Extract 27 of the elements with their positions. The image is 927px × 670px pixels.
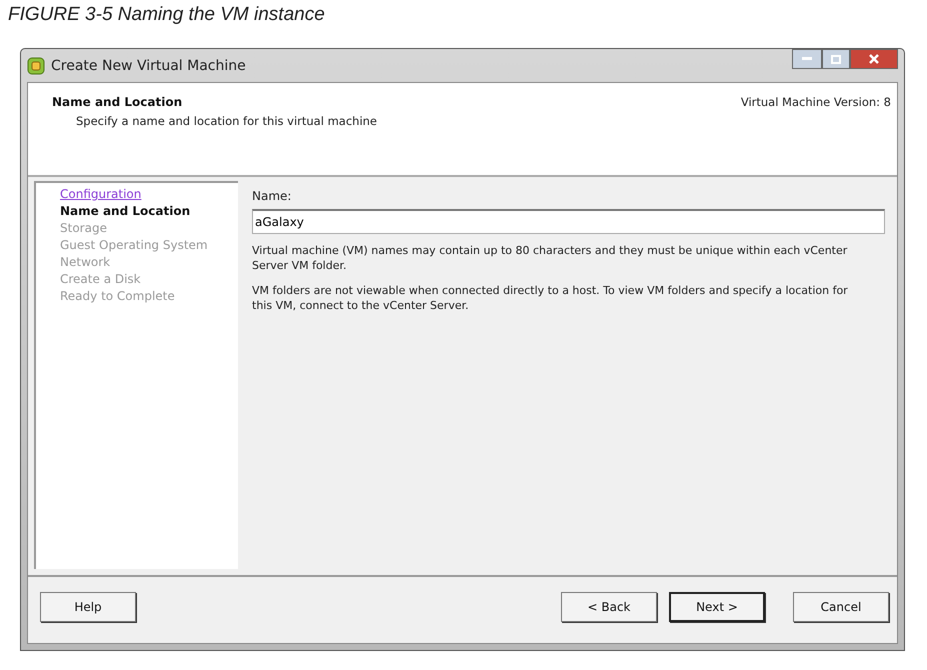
info-text: VM folders are not viewable when connected directly to a host. To view VM folders and specify a location for this VM, connect to the vCenter Server. xyxy=(252,284,849,314)
step-item: Storage xyxy=(60,221,107,235)
maximize-button[interactable] xyxy=(822,49,850,69)
name-input-field[interactable]: aGalaxy xyxy=(252,209,885,234)
version-label: Virtual Machine Version: 8 xyxy=(740,95,891,111)
app-icon xyxy=(27,56,45,74)
close-button[interactable] xyxy=(850,49,898,69)
window-title: Create New Virtual Machine xyxy=(51,58,246,74)
step-item: Network xyxy=(60,255,110,269)
name-label: Name: xyxy=(252,189,292,203)
info-text: Virtual machine (VM) names may contain up to 80 characters and they must be unique within each vCenter Server VM folder. xyxy=(252,244,848,274)
step-link[interactable]: Configuration xyxy=(60,187,142,201)
figure-caption: FIGURE 3-5 Naming the VM instance xyxy=(7,3,326,27)
cancel-button[interactable]: Cancel xyxy=(793,592,889,622)
page-title: Name and Location xyxy=(52,95,184,109)
step-item: Name and Location xyxy=(60,204,190,218)
help-button[interactable]: Help xyxy=(40,592,136,622)
close-icon xyxy=(869,54,879,64)
minimize-icon xyxy=(802,57,812,61)
step-item: Ready to Complete xyxy=(60,289,175,303)
step-item: Guest Operating System xyxy=(60,238,208,252)
minimize-button[interactable] xyxy=(792,49,822,69)
next-button[interactable]: Next > xyxy=(669,592,765,622)
back-button[interactable]: < Back xyxy=(561,592,657,622)
page-subtitle: Specify a name and location for this virtual machine xyxy=(76,114,377,128)
step-item: Create a Disk xyxy=(60,272,141,286)
maximize-icon xyxy=(831,54,841,64)
